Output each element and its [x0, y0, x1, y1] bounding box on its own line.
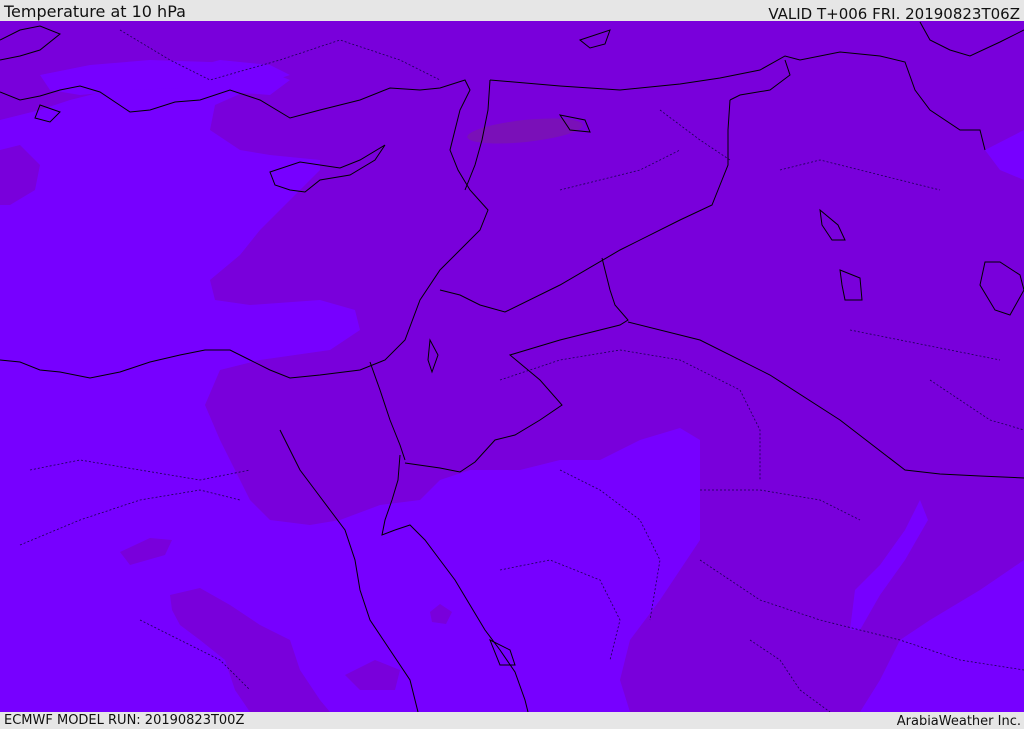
map-canvas: [0, 21, 1024, 712]
footer-bar: ECMWF MODEL RUN: 20190823T00Z ArabiaWeat…: [0, 712, 1024, 729]
credit-label: ArabiaWeather Inc.: [896, 714, 1021, 729]
model-run: ECMWF MODEL RUN: 20190823T00Z: [4, 713, 245, 728]
header-bar: Temperature at 10 hPa VALID T+006 FRI. 2…: [0, 0, 1024, 23]
temperature-map: [0, 21, 1024, 712]
map-title: Temperature at 10 hPa: [4, 2, 186, 21]
